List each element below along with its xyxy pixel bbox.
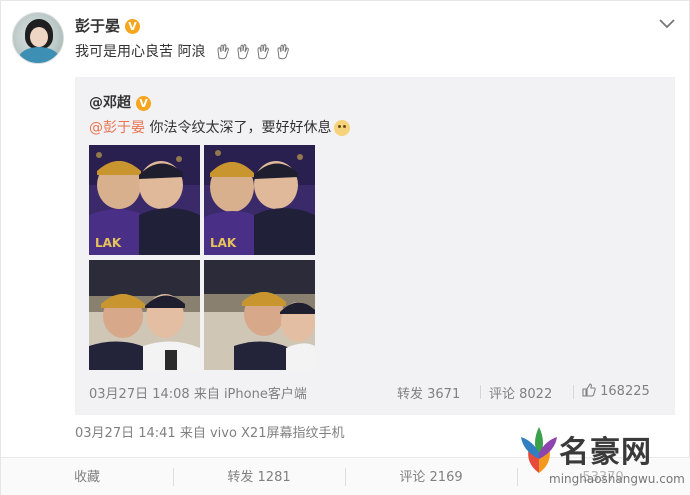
photo-thumbnail-3[interactable] xyxy=(89,260,200,370)
mention-link[interactable]: @彭于晏 xyxy=(89,120,145,136)
verified-badge-icon: V xyxy=(136,95,151,111)
clapping-hands-icon xyxy=(257,44,269,60)
photo-thumbnail-4[interactable] xyxy=(204,260,315,370)
watermark-title: 名豪网 xyxy=(559,435,652,470)
verified-badge-icon: V xyxy=(125,19,141,34)
original-repost-count[interactable]: 转发 3671 xyxy=(397,383,460,402)
clapping-hands-icon xyxy=(217,44,229,60)
site-watermark: 名豪网 minghaoshangwu.com xyxy=(519,423,689,491)
original-comment-count[interactable]: 评论 8022 xyxy=(489,383,552,402)
weibo-post-card: 彭于晏 V 我可是用心良苦 阿浪 @邓超 V @彭于晏 你法令纹太深了，要好好休息 xyxy=(0,0,690,495)
post-timestamp-source[interactable]: 03月27日 14:41 来自 vivo X21屏幕指纹手机 xyxy=(75,422,344,441)
comment-button[interactable]: 评论 2169 xyxy=(345,458,517,495)
original-author[interactable]: @邓超 V xyxy=(89,92,151,112)
user-avatar[interactable] xyxy=(12,12,64,64)
svg-text:LAK: LAK xyxy=(95,236,122,250)
repost-box: @邓超 V @彭于晏 你法令纹太深了，要好好休息 LAK LAK 03月27日 … xyxy=(75,77,675,415)
original-author-name[interactable]: @邓超 xyxy=(89,95,131,111)
photo-thumbnail-2[interactable]: LAK xyxy=(204,145,315,255)
clapping-hands-emoji-group xyxy=(216,44,296,60)
chevron-down-icon[interactable] xyxy=(658,17,676,31)
original-like-button[interactable]: 168225 xyxy=(582,383,650,399)
original-body: 你法令纹太深了，要好好休息 xyxy=(145,120,332,136)
favorite-button[interactable]: 收藏 xyxy=(1,458,173,495)
original-timestamp-source[interactable]: 03月27日 14:08 来自 iPhone客户端 xyxy=(89,383,307,402)
original-text: @彭于晏 你法令纹太深了，要好好休息 xyxy=(89,117,351,137)
post-author[interactable]: 彭于晏 V xyxy=(75,15,141,36)
photo-thumbnail-1[interactable]: LAK xyxy=(89,145,200,255)
dog-face-emoji-icon xyxy=(334,120,351,136)
stat-divider xyxy=(573,385,574,399)
svg-text:LAK: LAK xyxy=(210,236,237,250)
post-author-name[interactable]: 彭于晏 xyxy=(75,17,120,35)
post-body: 我可是用心良苦 阿浪 xyxy=(75,44,206,60)
post-text: 我可是用心良苦 阿浪 xyxy=(75,41,296,61)
clapping-hands-icon xyxy=(237,44,249,60)
watermark-url: minghaoshangwu.com xyxy=(549,472,685,486)
flower-logo-icon xyxy=(521,427,557,473)
repost-button[interactable]: 转发 1281 xyxy=(173,458,345,495)
original-like-count: 168225 xyxy=(600,384,650,399)
clapping-hands-icon xyxy=(277,44,289,60)
thumbs-up-icon xyxy=(582,383,596,397)
stat-divider xyxy=(480,385,481,399)
